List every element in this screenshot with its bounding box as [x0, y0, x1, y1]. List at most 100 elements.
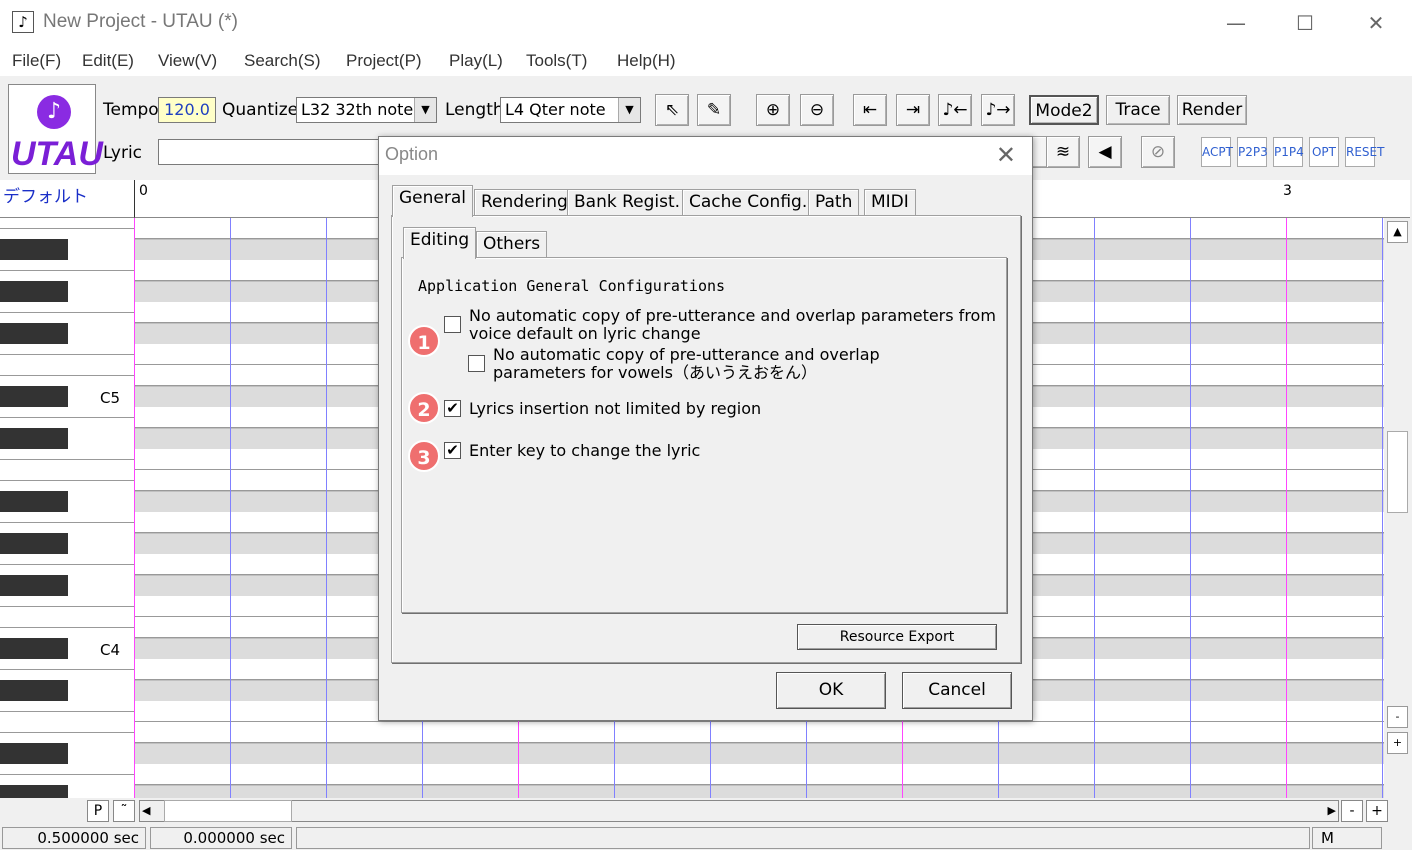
key-divider — [0, 228, 134, 229]
grid-row-black[interactable] — [134, 743, 1384, 764]
zoom-minus-button[interactable]: - — [1341, 800, 1363, 822]
black-key[interactable] — [0, 680, 68, 701]
close-button[interactable]: ✕ — [1353, 8, 1399, 38]
menu-edit[interactable]: Edit(E) — [82, 51, 134, 71]
menu-help[interactable]: Help(H) — [617, 51, 676, 71]
tempo-input[interactable]: 120.0 — [158, 97, 216, 123]
vscroll-minus-button[interactable]: - — [1387, 706, 1408, 728]
pencil-icon[interactable]: ✎ — [697, 94, 731, 126]
key-divider — [0, 417, 134, 418]
tab-midi[interactable]: MIDI — [864, 189, 916, 217]
menu-view[interactable]: View(V) — [158, 51, 217, 71]
track-name[interactable]: デフォルト — [0, 180, 134, 218]
zoom-out-icon[interactable]: ⊖ — [800, 94, 834, 126]
option-dialog: Option ✕ General Rendering Bank Regist. … — [378, 136, 1033, 721]
scroll-right-icon[interactable]: ▶ — [1328, 801, 1336, 821]
tab-editing[interactable]: Editing — [403, 227, 477, 259]
hscroll-thumb[interactable] — [164, 800, 292, 822]
key-divider — [0, 774, 134, 775]
status-time-2: 0.000000 sec — [150, 827, 292, 849]
annotation-badge-1: 1 — [408, 325, 440, 357]
ruler-mark: 3 — [1283, 183, 1292, 199]
note-left-icon[interactable]: ♪← — [938, 94, 972, 126]
key-divider — [0, 732, 134, 733]
beat-line — [1190, 218, 1191, 798]
zoom-plus-button[interactable]: + — [1366, 800, 1388, 822]
enter-key-checkbox[interactable]: ✔ — [444, 442, 461, 459]
minimize-button[interactable]: — — [1213, 8, 1259, 38]
tempo-label: Tempo — [103, 100, 159, 120]
black-key[interactable] — [0, 491, 68, 512]
black-key[interactable] — [0, 386, 68, 407]
black-key[interactable] — [0, 785, 68, 798]
measure-line — [134, 218, 135, 798]
beat-line — [1382, 218, 1383, 798]
no-auto-copy-checkbox[interactable] — [444, 316, 461, 333]
black-key[interactable] — [0, 323, 68, 344]
hscroll-track[interactable]: ◀ ▶ — [139, 800, 1339, 822]
scroll-left-icon[interactable]: ◀ — [142, 801, 150, 821]
cancel-button[interactable]: Cancel — [902, 672, 1012, 709]
acpt-icon[interactable]: ACPT — [1201, 137, 1233, 167]
tab-bank-regist[interactable]: Bank Regist. — [567, 189, 688, 217]
annotation-badge-3: 3 — [408, 440, 440, 472]
key-label-c5: C5 — [100, 389, 121, 407]
scroll-thumb[interactable] — [1387, 431, 1408, 513]
no-auto-copy-vowels-checkbox[interactable] — [468, 355, 485, 372]
close-icon[interactable]: ✕ — [996, 141, 1016, 169]
tab-others[interactable]: Others — [476, 231, 548, 259]
grid-row-black[interactable] — [134, 785, 1384, 798]
tilde-button[interactable]: ˜ — [113, 800, 135, 822]
resource-export-button[interactable]: Resource Export — [797, 624, 997, 650]
black-key[interactable] — [0, 281, 68, 302]
horizontal-scrollbar: P ˜ ◀ ▶ - + — [0, 798, 1412, 825]
no-auto-copy-label: No automatic copy of pre-utterance and o… — [469, 306, 996, 343]
lyric-label: Lyric — [103, 143, 143, 163]
note-icon: ♪ — [12, 11, 34, 33]
black-key[interactable] — [0, 575, 68, 596]
zoom-in-icon[interactable]: ⊕ — [756, 94, 790, 126]
quantize-select[interactable]: L32 32th note ▼ — [296, 97, 437, 123]
menu-file[interactable]: File(F) — [12, 51, 61, 71]
opt-icon[interactable]: OPT — [1309, 137, 1339, 167]
black-key[interactable] — [0, 239, 68, 260]
reset-icon[interactable]: RESET — [1345, 137, 1384, 167]
go-start-icon[interactable]: ⇤ — [853, 94, 887, 126]
pointer-icon[interactable]: ⇖ — [655, 94, 689, 126]
key-divider — [0, 459, 134, 460]
p1p4-icon[interactable]: P1P4 — [1273, 137, 1304, 167]
render-button[interactable]: Render — [1177, 95, 1247, 125]
length-select[interactable]: L4 Qter note ▼ — [500, 97, 641, 123]
menu-play[interactable]: Play(L) — [449, 51, 503, 71]
black-key[interactable] — [0, 743, 68, 764]
black-key[interactable] — [0, 533, 68, 554]
go-end-icon[interactable]: ⇥ — [896, 94, 930, 126]
tab-cache-config[interactable]: Cache Config. — [682, 189, 815, 217]
speaker-icon[interactable]: ◀ — [1088, 136, 1122, 168]
trace-button[interactable]: Trace — [1106, 95, 1170, 125]
lyric-input[interactable] — [158, 139, 383, 165]
piano-keyboard[interactable]: C5 C4 — [0, 218, 134, 798]
menu-tools[interactable]: Tools(T) — [526, 51, 587, 71]
vscroll-plus-button[interactable]: + — [1387, 732, 1408, 754]
black-key[interactable] — [0, 428, 68, 449]
note-right-icon[interactable]: ♪→ — [981, 94, 1015, 126]
maximize-button[interactable]: ☐ — [1282, 8, 1328, 38]
ok-button[interactable]: OK — [776, 672, 886, 709]
black-key[interactable] — [0, 638, 68, 659]
tab-path[interactable]: Path — [808, 189, 860, 217]
link-icon[interactable]: ⊘ — [1141, 136, 1175, 168]
vertical-scrollbar[interactable]: ▲ - + — [1385, 218, 1410, 798]
tab-general[interactable]: General — [392, 185, 473, 217]
mode2-button[interactable]: Mode2 — [1029, 95, 1099, 125]
scroll-up-icon[interactable]: ▲ — [1387, 221, 1408, 243]
tab-rendering[interactable]: Rendering — [474, 189, 575, 217]
section-heading: Application General Configurations — [418, 277, 726, 295]
menu-project[interactable]: Project(P) — [346, 51, 422, 71]
lyrics-insertion-checkbox[interactable]: ✔ — [444, 400, 461, 417]
p2p3-icon[interactable]: P2P3 — [1237, 137, 1268, 167]
p-button[interactable]: P — [87, 800, 109, 822]
vibrato-icon[interactable]: ≋ — [1046, 136, 1080, 168]
key-divider — [0, 669, 134, 670]
menu-search[interactable]: Search(S) — [244, 51, 321, 71]
